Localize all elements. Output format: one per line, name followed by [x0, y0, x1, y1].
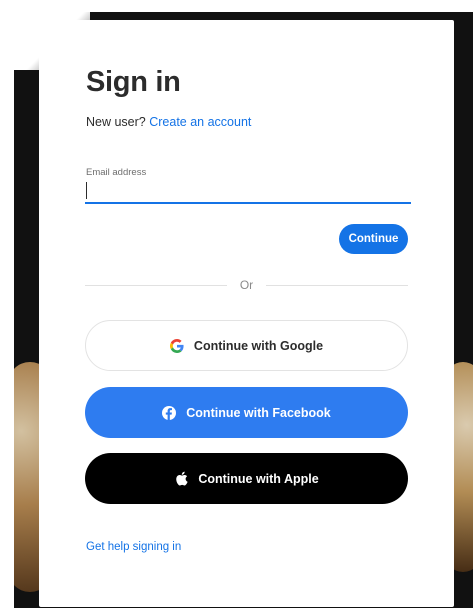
continue-with-google-button[interactable]: Continue with Google [85, 320, 408, 371]
continue-with-facebook-button[interactable]: Continue with Facebook [85, 387, 408, 438]
continue-button[interactable]: Continue [339, 224, 408, 254]
get-help-link[interactable]: Get help signing in [86, 541, 181, 553]
facebook-button-label: Continue with Facebook [186, 405, 331, 420]
page-title: Sign in [86, 66, 181, 98]
google-icon [169, 338, 184, 353]
new-user-prompt: New user? Create an account [86, 115, 251, 129]
google-button-label: Continue with Google [193, 338, 324, 353]
apple-button-label: Continue with Apple [198, 471, 319, 486]
text-cursor [86, 182, 87, 199]
new-user-text: New user? [86, 115, 146, 129]
email-field[interactable] [85, 180, 411, 204]
apple-icon [174, 471, 188, 486]
signin-card: Sign in New user? Create an account Emai… [39, 20, 454, 607]
email-label: Email address [86, 167, 147, 178]
create-account-link[interactable]: Create an account [149, 115, 251, 129]
facebook-icon [162, 405, 177, 420]
or-divider: Or [85, 278, 408, 292]
divider-line-right [266, 285, 408, 286]
continue-with-apple-button[interactable]: Continue with Apple [85, 453, 408, 504]
